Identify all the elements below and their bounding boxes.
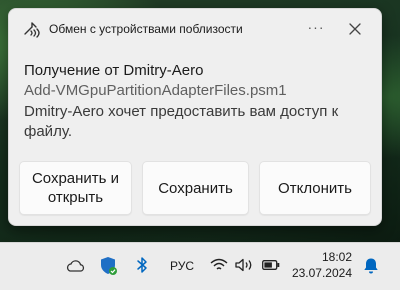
onedrive-cloud-icon[interactable]	[65, 259, 85, 273]
volume-icon[interactable]	[235, 258, 255, 272]
toast-header: Обмен с устройствами поблизости ···	[9, 9, 381, 49]
nearby-sharing-icon	[24, 22, 40, 38]
taskbar: РУС 18:02 23.07.2024	[0, 242, 400, 290]
notification-message: Dmitry-Aero хочет предоставить вам досту…	[24, 103, 339, 140]
bluetooth-icon[interactable]	[136, 256, 148, 274]
file-name: Add-VMGpuPartitionAdapterFiles.psm1	[24, 82, 287, 99]
notification-title: Получение от Dmitry-Aero	[24, 62, 204, 79]
close-icon[interactable]	[346, 20, 364, 38]
input-language-indicator[interactable]: РУС	[170, 259, 194, 273]
wifi-icon[interactable]	[210, 258, 228, 272]
decline-button[interactable]: Отклонить	[259, 161, 371, 215]
save-button[interactable]: Сохранить	[142, 161, 249, 215]
more-options-button[interactable]: ···	[305, 18, 327, 40]
clock-time[interactable]: 18:02	[322, 250, 352, 264]
windows-security-icon[interactable]	[100, 256, 118, 276]
clock-date[interactable]: 23.07.2024	[292, 266, 352, 280]
save-and-open-button[interactable]: Сохранить и открыть	[19, 161, 132, 215]
notification-bell-icon[interactable]	[363, 257, 379, 275]
battery-icon[interactable]	[262, 260, 280, 270]
nearby-share-toast: Обмен с устройствами поблизости ··· Полу…	[8, 8, 382, 226]
app-name: Обмен с устройствами поблизости	[49, 22, 243, 36]
